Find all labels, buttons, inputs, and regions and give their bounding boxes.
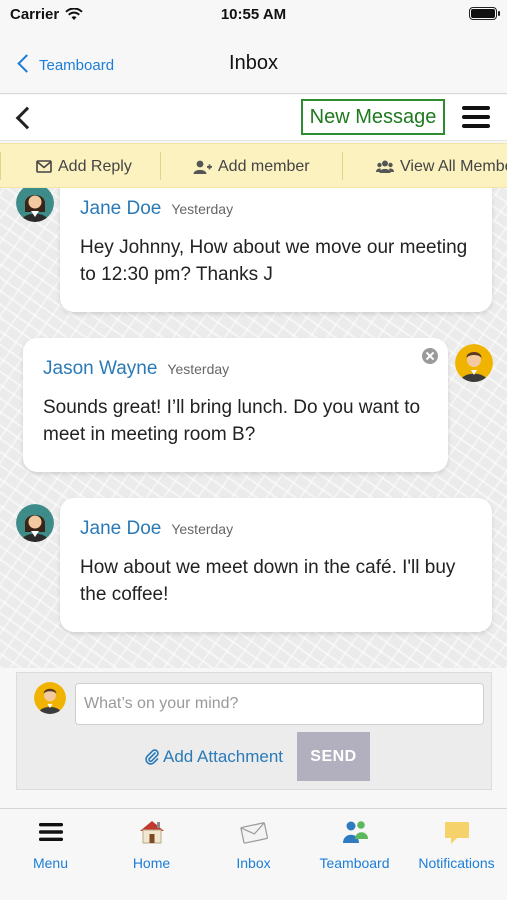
tab-notifications[interactable]: Notifications [406, 817, 507, 877]
action-bar: Add Reply Add member View All Members [0, 143, 507, 188]
navigation-bar: Teamboard Inbox [0, 30, 507, 94]
add-attachment-button[interactable]: Add Attachment [145, 747, 283, 767]
message-composer: Add Attachment SEND [16, 672, 492, 790]
add-attachment-label: Add Attachment [163, 747, 284, 766]
send-button[interactable]: SEND [297, 732, 370, 781]
tab-label: Inbox [236, 855, 271, 871]
message-time: Yesterday [167, 361, 230, 377]
tab-label: Home [132, 855, 171, 871]
tab-home[interactable]: Home [101, 817, 202, 877]
message-author[interactable]: Jane Doe [80, 198, 161, 220]
add-member-label: Add member [218, 157, 310, 175]
add-reply-label: Add Reply [58, 157, 132, 175]
message-time: Yesterday [171, 201, 234, 217]
hamburger-menu-icon[interactable] [462, 106, 490, 128]
tab-teamboard[interactable]: Teamboard [304, 817, 405, 877]
tab-label: Teamboard [319, 855, 390, 871]
home-icon [137, 817, 167, 847]
message-author[interactable]: Jane Doe [80, 518, 161, 540]
add-member-button[interactable]: Add member [193, 144, 310, 187]
delete-message-close-icon[interactable] [422, 348, 438, 364]
divider [0, 152, 1, 180]
divider [342, 152, 343, 180]
message-thread[interactable]: Jane Doe Yesterday Hey Johnny, How about… [0, 188, 507, 668]
view-all-members-button[interactable]: View All Members [376, 144, 507, 187]
paperclip-icon [145, 749, 159, 765]
current-user-avatar [34, 682, 66, 714]
chevron-left-icon [17, 53, 36, 73]
notifications-icon [442, 817, 472, 847]
jason-wayne-avatar[interactable] [455, 344, 493, 382]
new-message-button[interactable]: New Message [301, 99, 445, 135]
female-avatar-icon [16, 504, 54, 542]
jane-doe-avatar[interactable] [16, 188, 54, 222]
message-header: Jason Wayne Yesterday [43, 358, 229, 380]
back-to-teamboard-button[interactable]: Teamboard [14, 52, 114, 74]
status-time: 10:55 AM [220, 6, 287, 23]
team-icon [340, 817, 370, 847]
male-avatar-icon [34, 682, 66, 714]
tab-label: Menu [32, 855, 69, 871]
message-text: How about we meet down in the café. I'll… [80, 557, 456, 605]
inbox-icon [239, 817, 269, 847]
add-reply-button[interactable]: Add Reply [36, 144, 132, 187]
divider [160, 152, 161, 180]
message-bubble: Jason Wayne Yesterday Sounds great! I’ll… [23, 338, 448, 472]
tab-label: Notifications [418, 855, 495, 871]
message-author[interactable]: Jason Wayne [43, 358, 157, 380]
toolbar: New Message [0, 95, 507, 141]
message-text: Hey Johnny, How about we move our meetin… [80, 237, 468, 285]
status-bar: Carrier 10:55 AM [0, 0, 507, 30]
message-bubble: Jane Doe Yesterday Hey Johnny, How about… [60, 188, 492, 312]
message-time: Yesterday [171, 521, 234, 537]
message-bubble: Jane Doe Yesterday How about we meet dow… [60, 498, 492, 632]
back-arrow-button[interactable] [10, 105, 36, 131]
message-header: Jane Doe Yesterday [80, 198, 233, 220]
view-all-members-label: View All Members [400, 157, 507, 175]
male-avatar-icon [455, 344, 493, 382]
tab-bar: Menu Home Inbox Teamboard Notifications [0, 808, 507, 900]
menu-icon [36, 817, 66, 847]
users-icon [376, 160, 394, 173]
envelope-icon [36, 160, 52, 173]
message-text: Sounds great! I’ll bring lunch. Do you w… [43, 397, 421, 445]
back-label: Teamboard [39, 57, 115, 74]
add-user-icon [193, 160, 212, 174]
battery-icon [469, 7, 500, 20]
tab-inbox[interactable]: Inbox [203, 817, 304, 877]
message-header: Jane Doe Yesterday [80, 518, 233, 540]
jane-doe-avatar[interactable] [16, 504, 54, 542]
tab-menu[interactable]: Menu [0, 817, 101, 877]
message-input[interactable] [75, 683, 484, 725]
female-avatar-icon [16, 188, 54, 222]
